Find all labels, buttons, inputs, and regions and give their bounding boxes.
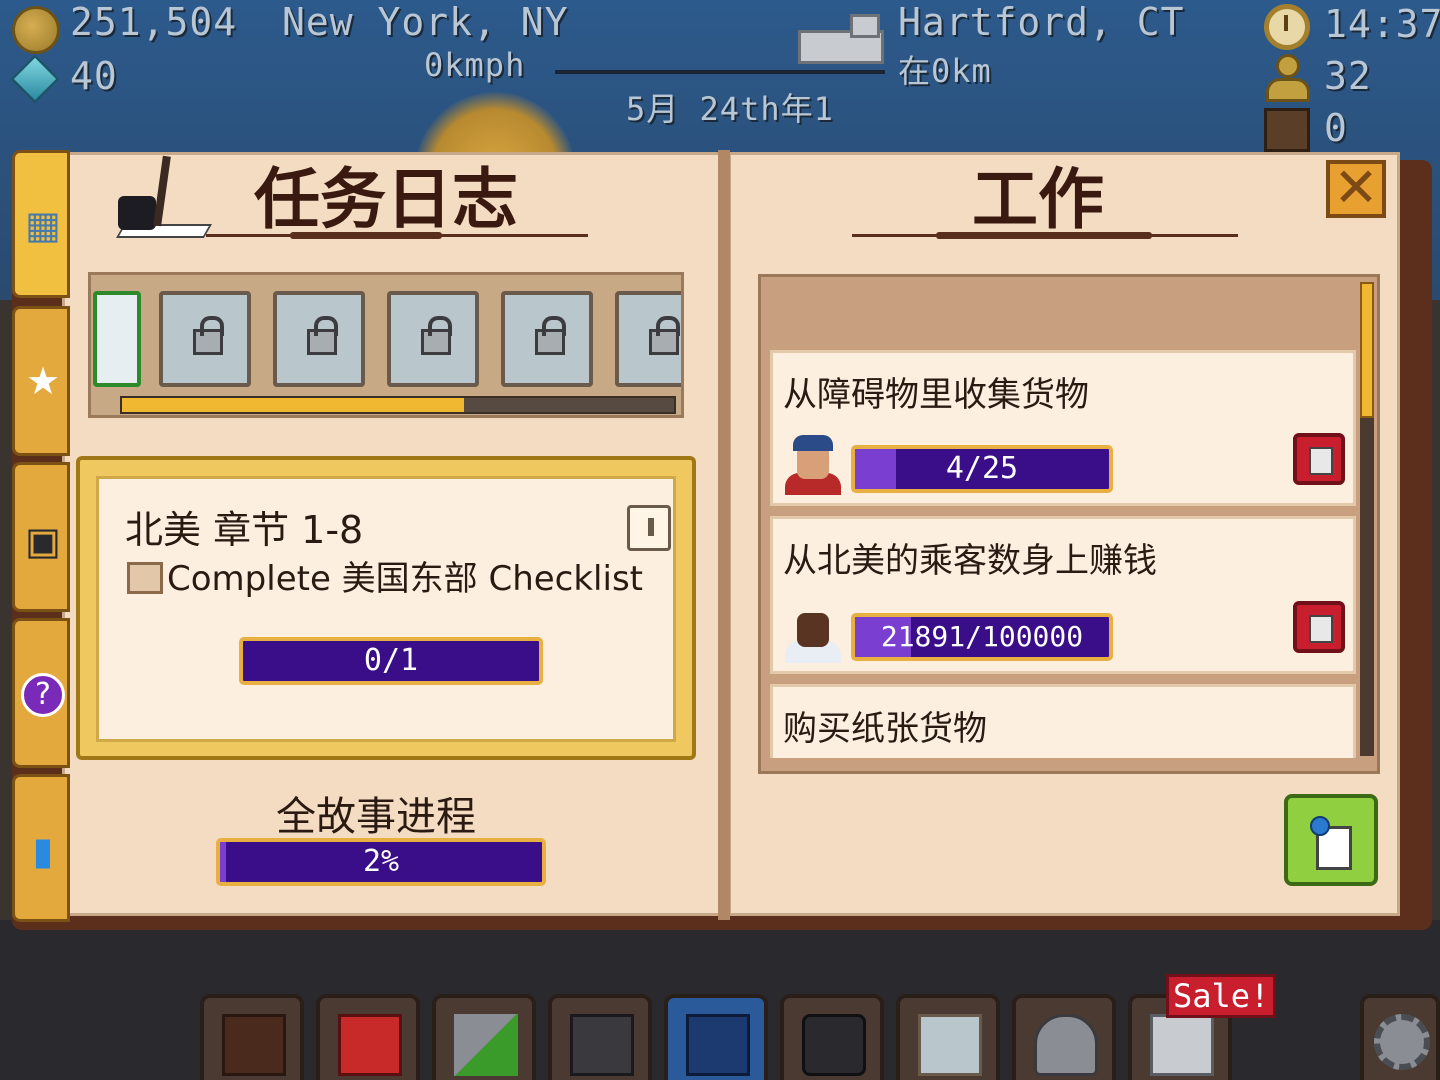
train-shop-button[interactable] [664, 994, 768, 1080]
close-button[interactable]: ✕ [1326, 160, 1386, 218]
chapter-progress-label: 0/1 [363, 643, 419, 678]
chapter-map-unlocked[interactable] [93, 291, 141, 387]
passenger-avatar [781, 601, 845, 663]
clock-icon [1264, 4, 1310, 50]
train-icon [798, 14, 884, 72]
lock-icon [535, 316, 566, 355]
map-icon [918, 1014, 982, 1076]
camera-button[interactable] [780, 994, 884, 1080]
lock-icon [421, 316, 452, 355]
train-speed: 0kmph [424, 46, 526, 84]
star-icon: ★ [25, 359, 61, 403]
job-progress-bar: 4/25 [851, 445, 1113, 493]
task-checkbox[interactable] [127, 562, 163, 594]
workers-button[interactable] [1012, 994, 1116, 1080]
title-ornament [936, 232, 1152, 239]
delete-job-button[interactable] [1293, 601, 1345, 653]
task-label: Complete 美国东部 Checklist [167, 559, 643, 599]
job-progress-label: 4/25 [945, 451, 1019, 486]
game-time: 14:37 [1324, 2, 1440, 46]
cargo-count: 0 [1324, 106, 1348, 150]
story-progress-label: 2% [362, 844, 400, 879]
lock-icon [307, 316, 338, 355]
tab-stats[interactable]: ▮ [12, 774, 70, 922]
book-icon [222, 1014, 286, 1076]
job-title: 从北美的乘客数身上赚钱 [783, 541, 1157, 581]
book-spine [718, 150, 730, 920]
chapter-map-locked[interactable] [387, 291, 479, 387]
distance-remaining: 在0km [898, 52, 992, 90]
lock-icon [193, 316, 224, 355]
worker-icon [1034, 1014, 1098, 1076]
tab-map[interactable]: ▦ [12, 150, 70, 298]
locomotive-icon [570, 1014, 634, 1076]
coin-icon [12, 6, 60, 54]
game-date: 5月 24th年1 [626, 90, 834, 128]
book-button[interactable] [200, 994, 304, 1080]
job-progress-bar: 21891/100000 [851, 613, 1113, 661]
chapter-map-locked[interactable] [501, 291, 593, 387]
tab-help[interactable]: ? [12, 618, 70, 768]
job-title: 购买纸张货物 [783, 709, 987, 749]
upgrade-button[interactable] [432, 994, 536, 1080]
quest-log-title: 任务日志 [254, 160, 518, 238]
settings-button[interactable] [1360, 994, 1440, 1080]
camera-icon: ▣ [25, 519, 61, 563]
map-icon: ▦ [25, 203, 61, 247]
pin-job-button[interactable] [1284, 794, 1378, 886]
chapter-task[interactable]: Complete 美国东部 Checklist [127, 551, 643, 600]
camera-icon [802, 1014, 866, 1076]
coin-count: 251,504 [70, 0, 238, 44]
station-icon [338, 1014, 402, 1076]
sale-badge[interactable]: Sale! [1166, 974, 1277, 1018]
passenger-count: 32 [1324, 54, 1372, 98]
map-strip-scrollbar[interactable] [120, 396, 676, 414]
origin-city: New York, NY [282, 0, 569, 44]
title-ornament [290, 232, 442, 239]
scroll-icon[interactable] [627, 505, 671, 551]
passenger-icon [1264, 54, 1312, 104]
station-button[interactable] [316, 994, 420, 1080]
job-progress-label: 21891/100000 [880, 620, 1084, 653]
chapter-map-locked[interactable] [615, 291, 681, 387]
worker-avatar [781, 433, 845, 495]
job-card[interactable]: 从障碍物里收集货物 4/25 [770, 350, 1356, 506]
destination-city: Hartford, CT [898, 0, 1185, 44]
chapter-card: 北美 章节 1-8 Complete 美国东部 Checklist 0/1 [76, 456, 696, 760]
shop-icon [1150, 1014, 1214, 1076]
job-list-scrollbar[interactable] [1360, 282, 1374, 756]
pin-icon [1310, 816, 1330, 836]
job-title: 从障碍物里收集货物 [783, 375, 1089, 415]
settings-icon [1374, 1014, 1430, 1070]
story-progress-bar: 2% [216, 838, 546, 886]
job-list-scroll-thumb[interactable] [1360, 282, 1374, 418]
train-shop-icon [686, 1014, 750, 1076]
delete-job-button[interactable] [1293, 433, 1345, 485]
jobs-title: 工作 [972, 160, 1104, 238]
cargo-icon [1264, 108, 1310, 152]
chapter-map-locked[interactable] [273, 291, 365, 387]
chapter-progress-bar: 0/1 [239, 637, 543, 685]
chapter-map-locked[interactable] [159, 291, 251, 387]
job-card[interactable]: 从北美的乘客数身上赚钱 21891/100000 [770, 516, 1356, 674]
help-icon: ? [21, 673, 65, 717]
hammer-upgrade-icon [454, 1014, 518, 1076]
tab-achievements[interactable]: ★ [12, 306, 70, 456]
map-button[interactable] [896, 994, 1000, 1080]
gem-count: 40 [70, 54, 118, 98]
tab-photos[interactable]: ▣ [12, 462, 70, 612]
chapter-title: 北美 章节 1-8 [125, 508, 364, 552]
story-progress-heading: 全故事进程 [276, 794, 476, 840]
locomotive-button[interactable] [548, 994, 652, 1080]
job-card[interactable]: 购买纸张货物 [770, 684, 1356, 758]
lock-icon [649, 316, 680, 355]
inkwell-icon [112, 152, 213, 244]
map-strip-scroll-thumb[interactable] [122, 398, 465, 412]
stats-icon: ▮ [32, 829, 54, 873]
